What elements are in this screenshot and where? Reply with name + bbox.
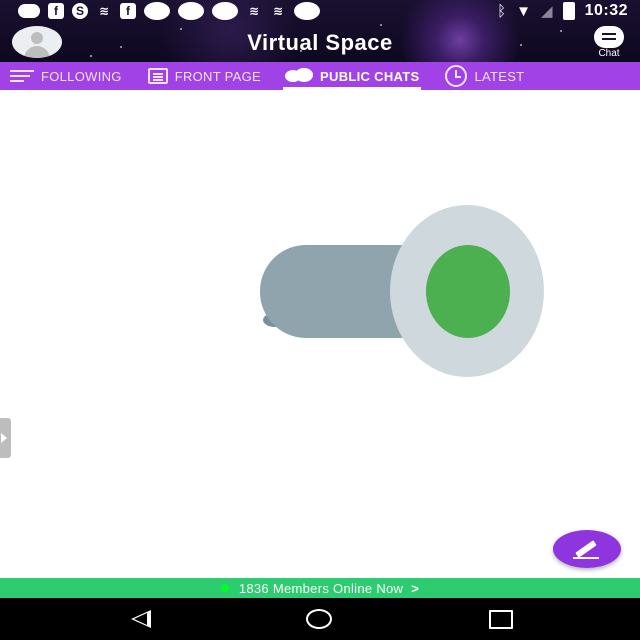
back-icon[interactable]	[131, 610, 151, 628]
green-dot	[426, 245, 510, 338]
pencil-underline	[573, 557, 599, 559]
list-icon	[10, 69, 34, 83]
no-signal-icon: ◢	[541, 3, 553, 20]
facebook-icon: f	[48, 3, 64, 19]
facebook-icon: f	[120, 3, 136, 19]
tab-latest[interactable]: LATEST	[445, 62, 524, 90]
document-icon	[147, 68, 168, 84]
signal-app-icon: ≋	[272, 4, 284, 18]
tab-front-page[interactable]: FRONT PAGE	[147, 62, 262, 90]
tab-label: PUBLIC CHATS	[320, 68, 420, 84]
bluetooth-icon: ᛒ	[497, 2, 507, 20]
signal-app-icon: ≋	[248, 4, 260, 18]
tab-label: LATEST	[474, 68, 525, 84]
circle-icon	[294, 2, 320, 20]
loading-illustration	[255, 205, 555, 385]
tab-bar: FOLLOWING FRONT PAGE PUBLIC CHATS LATEST	[0, 62, 640, 90]
battery-charging-icon	[562, 2, 575, 20]
recent-apps-icon[interactable]	[489, 610, 513, 629]
chat-label: Chat	[598, 48, 620, 59]
chat-bubbles-icon	[285, 68, 314, 84]
tab-public-chats[interactable]: PUBLIC CHATS	[283, 62, 422, 90]
circle-icon	[178, 2, 204, 20]
message-icon	[18, 4, 40, 18]
tab-label: FRONT PAGE	[174, 68, 262, 84]
chevron-right-icon: >	[411, 580, 420, 596]
members-online-bar[interactable]: 1836 Members Online Now >	[0, 578, 640, 598]
clock-icon	[445, 65, 468, 87]
system-navigation-bar	[0, 598, 640, 640]
clock-time: 10:32	[584, 2, 628, 19]
members-online-text: 1836 Members Online Now	[238, 580, 404, 596]
signal-app-icon: ≋	[98, 4, 110, 18]
wifi-icon: ▼	[516, 2, 532, 20]
status-bar: f S ≋ f ≋ ≋ ᛒ ▼ ◢ 10:32	[0, 0, 640, 22]
s-app-icon: S	[72, 3, 88, 19]
chat-icon	[594, 26, 624, 48]
app-title: Virtual Space	[247, 30, 393, 55]
pencil-icon	[575, 540, 597, 558]
tab-label: FOLLOWING	[41, 68, 122, 84]
circle-icon	[144, 2, 170, 20]
side-drawer-handle[interactable]	[0, 418, 11, 458]
home-icon[interactable]	[306, 609, 332, 629]
tab-following[interactable]: FOLLOWING	[10, 62, 122, 90]
chat-button[interactable]: Chat	[592, 26, 626, 60]
compose-button[interactable]	[553, 530, 621, 568]
online-status-dot	[220, 584, 229, 592]
circle-icon	[212, 2, 238, 20]
app-header: f S ≋ f ≋ ≋ ᛒ ▼ ◢ 10:32 Virtual Space Ch…	[0, 0, 640, 62]
